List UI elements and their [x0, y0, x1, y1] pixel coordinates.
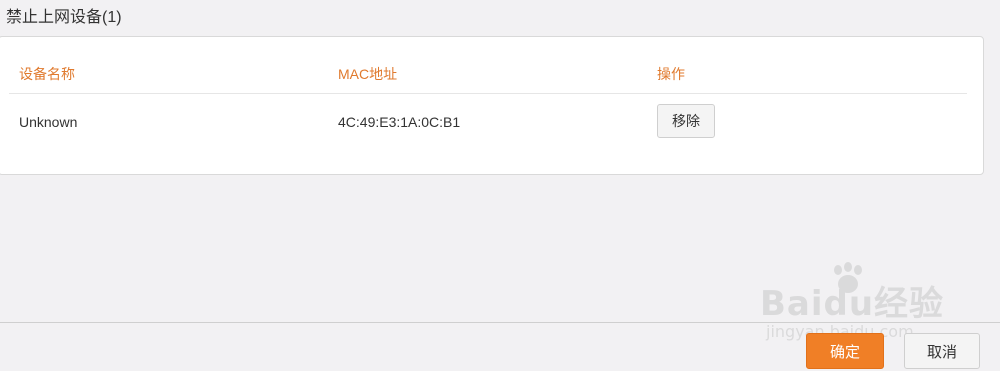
table-row: Unknown 4C:49:E3:1A:0C:B1 移除: [9, 94, 967, 150]
header-device-name: 设备名称: [19, 66, 75, 82]
section-title: 禁止上网设备(1): [6, 9, 122, 26]
header-mac-address: MAC地址: [338, 66, 398, 82]
header-action: 操作: [657, 66, 685, 82]
paw-icon: [834, 262, 862, 293]
remove-button[interactable]: 移除: [657, 104, 715, 138]
cancel-button[interactable]: 取消: [904, 333, 980, 369]
table-header: 设备名称 MAC地址 操作: [9, 37, 967, 94]
footer-divider: [0, 322, 1000, 323]
blocked-devices-panel: 设备名称 MAC地址 操作 Unknown 4C:49:E3:1A:0C:B1 …: [0, 36, 984, 175]
confirm-button[interactable]: 确定: [806, 333, 884, 369]
mac-address-cell: 4C:49:E3:1A:0C:B1: [338, 114, 461, 130]
watermark-brand: Baidu经验: [760, 284, 945, 324]
device-name-cell: Unknown: [19, 114, 78, 130]
blocked-devices-table: 设备名称 MAC地址 操作 Unknown 4C:49:E3:1A:0C:B1 …: [9, 37, 967, 150]
